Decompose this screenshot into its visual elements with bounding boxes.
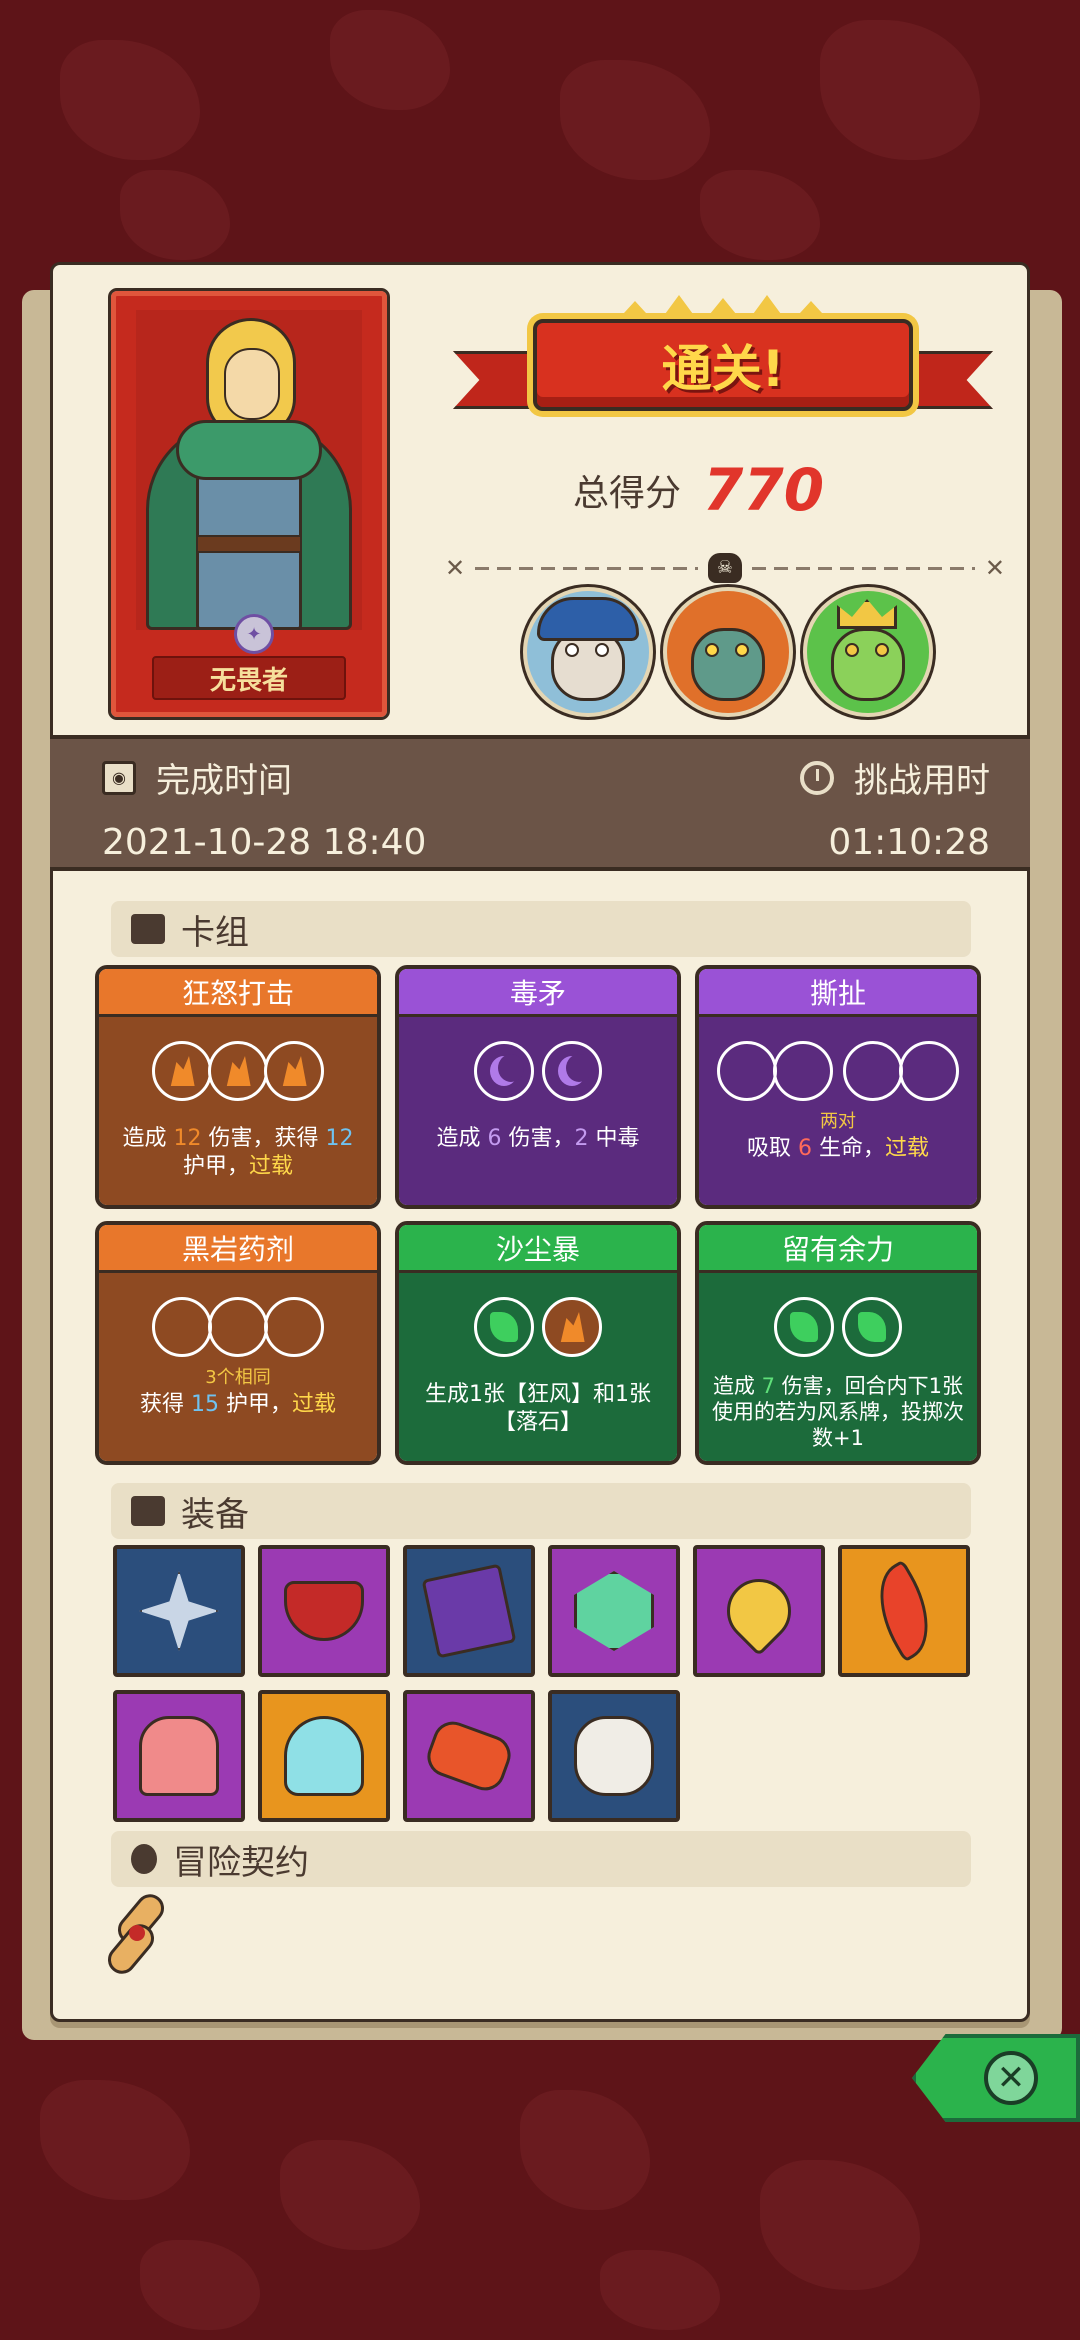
compass-star-icon xyxy=(139,1571,219,1651)
stopwatch-icon xyxy=(800,760,834,795)
deck-title: 卡组 xyxy=(181,912,249,953)
finish-time-value: 2021-10-28 18:40 xyxy=(102,822,427,863)
challenge-time-value: 01:10:28 xyxy=(828,822,990,863)
skull-icon: ☠ xyxy=(708,553,742,583)
card-description: 获得 15 护甲，过载 xyxy=(139,1392,336,1417)
crossed-swords-icon: ✕ xyxy=(984,554,1005,582)
card-title: 撕扯 xyxy=(699,969,977,1017)
equip-heart-amulet[interactable] xyxy=(693,1545,825,1677)
rock-dice-icon xyxy=(226,1056,251,1086)
equipment-title: 装备 xyxy=(181,1494,249,1535)
finish-time-label: 完成时间 xyxy=(156,761,292,801)
moon-dice-icon xyxy=(490,1054,524,1086)
defeated-bosses xyxy=(523,587,933,717)
boss-mushroom-wizard-avatar[interactable] xyxy=(523,587,653,717)
boss-divider: ✕ ☠ ✕ xyxy=(445,553,1005,583)
dice-cost xyxy=(699,1297,977,1357)
cost-note: 两对 xyxy=(820,1111,856,1132)
card-tear[interactable]: 撕扯 两对 吸取 6 生命，过载 xyxy=(695,965,981,1209)
ghost-blob-icon xyxy=(284,1716,364,1796)
cost-note: 3个相同 xyxy=(205,1367,271,1388)
wind-dice-icon xyxy=(490,1312,518,1342)
card-blackrock-potion[interactable]: 黑岩药剂 3个相同 获得 15 护甲，过载 xyxy=(95,1221,381,1465)
equipment-section-header: 装备 xyxy=(111,1483,971,1539)
card-title: 黑岩药剂 xyxy=(99,1225,377,1273)
score-value: 770 xyxy=(703,456,825,524)
crossed-swords-icon: ✕ xyxy=(445,554,466,582)
equip-red-bowl[interactable] xyxy=(258,1545,390,1677)
card-description: 造成 7 伤害，回合内下1张使用的若为风系牌，投掷次数+1 xyxy=(712,1374,964,1450)
contract-section-header: 冒险契约 xyxy=(111,1831,971,1887)
card-title: 沙尘暴 xyxy=(399,1225,677,1273)
box-icon xyxy=(131,1496,165,1526)
close-button[interactable]: ✕ xyxy=(912,2034,1080,2122)
person-icon xyxy=(131,1844,157,1874)
contract-title: 冒险契约 xyxy=(173,1842,309,1883)
dice-cost xyxy=(399,1297,677,1357)
red-bowl-icon xyxy=(284,1581,364,1641)
card-title: 毒矛 xyxy=(399,969,677,1017)
equip-green-gem[interactable] xyxy=(548,1545,680,1677)
card-poison-spear[interactable]: 毒矛 造成 6 伤害，2 中毒 xyxy=(395,965,681,1209)
equip-flame-feather[interactable] xyxy=(838,1545,970,1677)
time-bar: ◉ 完成时间 2021-10-28 18:40 挑战用时 01:10:28 xyxy=(50,735,1030,871)
hero-portrait xyxy=(136,310,362,630)
equip-horned-skull[interactable] xyxy=(548,1690,680,1822)
moon-dice-icon xyxy=(558,1054,592,1086)
card-sandstorm[interactable]: 沙尘暴 生成1张【狂风】和1张【落石】 xyxy=(395,1221,681,1465)
card-description: 生成1张【狂风】和1张【落石】 xyxy=(425,1382,651,1435)
green-gem-icon xyxy=(574,1571,654,1651)
challenge-time-label: 挑战用时 xyxy=(854,761,990,801)
card-title: 留有余力 xyxy=(699,1225,977,1273)
hero-card[interactable]: ✦ 无畏者 xyxy=(108,288,390,720)
rock-dice-icon xyxy=(170,1056,195,1086)
horned-skull-icon xyxy=(574,1716,654,1796)
heart-amulet-icon xyxy=(713,1565,805,1657)
result-panel: ✦ 无畏者 通关! 总得分 770 ✕ ☠ ✕ ◉ 完成时间 2021-10-2… xyxy=(50,262,1030,2022)
flame-feather-icon xyxy=(859,1559,949,1663)
card-description: 吸取 6 生命，过载 xyxy=(746,1136,929,1161)
cards-icon xyxy=(131,914,165,944)
dice-cost xyxy=(99,1297,377,1357)
rock-dice-icon xyxy=(282,1056,307,1086)
card-rage-strike[interactable]: 狂怒打击 造成 12 伤害，获得 12 护甲，过载 xyxy=(95,965,381,1209)
victory-text: 通关! xyxy=(661,340,785,398)
scroll-icon[interactable] xyxy=(102,1888,173,1980)
dice-cost xyxy=(399,1041,677,1101)
card-description: 造成 6 伤害，2 中毒 xyxy=(436,1126,640,1151)
score-label: 总得分 xyxy=(573,473,682,514)
equip-melting-cake[interactable] xyxy=(113,1690,245,1822)
total-score: 总得分 770 xyxy=(573,455,824,525)
dice-cost xyxy=(99,1041,377,1101)
card-description: 造成 12 伤害，获得 12 护甲，过载 xyxy=(122,1126,354,1179)
close-icon: ✕ xyxy=(984,2051,1038,2105)
equip-compass-star[interactable] xyxy=(113,1545,245,1677)
boss-goblin-king-avatar[interactable] xyxy=(803,587,933,717)
card-title: 狂怒打击 xyxy=(99,969,377,1017)
equip-spiked-bracer[interactable] xyxy=(403,1690,535,1822)
wind-dice-icon xyxy=(790,1312,818,1342)
equip-ghost-blob[interactable] xyxy=(258,1690,390,1822)
spiked-bracer-icon xyxy=(421,1716,517,1796)
hero-name: 无畏者 xyxy=(152,656,346,700)
equip-skull-tome[interactable] xyxy=(403,1545,535,1677)
boss-fire-troll-avatar[interactable] xyxy=(663,587,793,717)
victory-banner: 通关! xyxy=(453,295,993,425)
dice-cost xyxy=(699,1041,977,1101)
calendar-icon: ◉ xyxy=(102,760,136,795)
rock-dice-icon xyxy=(560,1312,585,1342)
deck-section-header: 卡组 xyxy=(111,901,971,957)
wind-dice-icon xyxy=(858,1312,886,1342)
skull-tome-icon xyxy=(421,1563,517,1659)
card-reserve-strength[interactable]: 留有余力 造成 7 伤害，回合内下1张使用的若为风系牌，投掷次数+1 xyxy=(695,1221,981,1465)
melting-cake-icon xyxy=(139,1716,219,1796)
hero-emblem-icon: ✦ xyxy=(234,614,274,654)
